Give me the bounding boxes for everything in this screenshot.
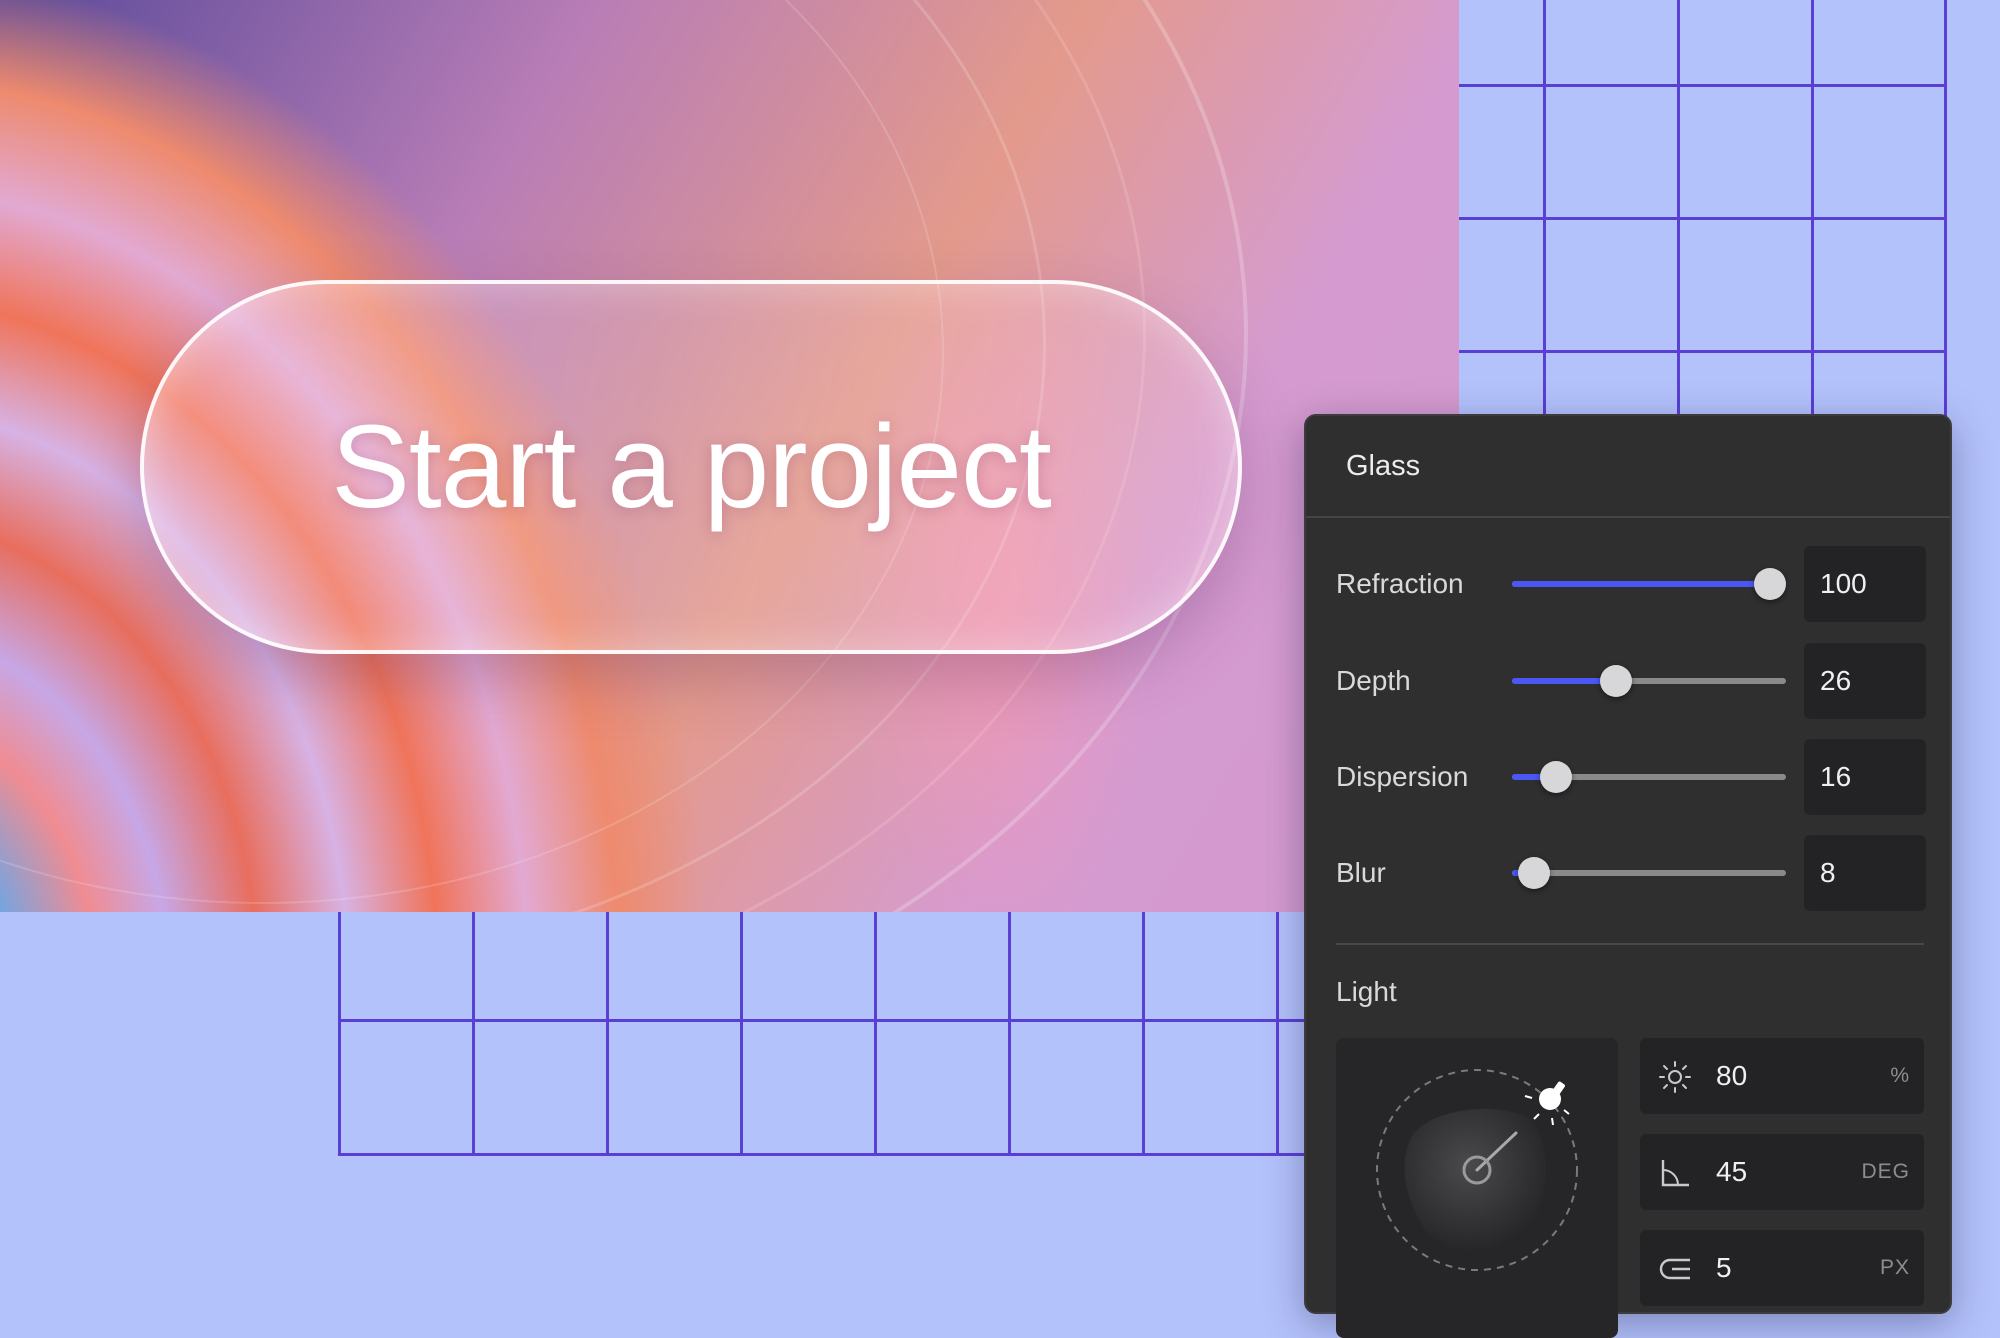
light-angle-value: 45 <box>1716 1156 1748 1187</box>
blur-slider[interactable] <box>1512 857 1786 889</box>
glass-settings-panel: Glass Refraction 100 Depth 26 Dispersion… <box>1304 414 1952 1338</box>
depth-slider-thumb[interactable] <box>1600 665 1633 697</box>
slider-row-refraction: Refraction 100 <box>1336 546 1926 622</box>
light-intensity-field[interactable]: 80 % <box>1640 1038 1924 1114</box>
light-intensity-value: 80 <box>1716 1060 1748 1091</box>
start-project-label: Start a project <box>331 401 1052 533</box>
background-grid-top-right <box>1459 0 2000 420</box>
dispersion-slider[interactable] <box>1512 761 1786 793</box>
start-project-button[interactable]: Start a project <box>140 280 1242 654</box>
sun-icon <box>1659 1061 1691 1093</box>
dispersion-label: Dispersion <box>1336 761 1469 792</box>
light-distance-field[interactable]: 5 PX <box>1640 1230 1924 1306</box>
light-section-label: Light <box>1336 976 1397 1007</box>
refraction-slider-thumb[interactable] <box>1754 568 1786 600</box>
slider-row-dispersion: Dispersion 16 <box>1336 739 1926 815</box>
slider-row-blur: Blur 8 <box>1336 835 1926 911</box>
distance-icon <box>1659 1258 1690 1280</box>
refraction-label: Refraction <box>1336 568 1464 599</box>
depth-slider[interactable] <box>1512 665 1786 697</box>
dispersion-slider-thumb[interactable] <box>1539 761 1572 793</box>
refraction-slider-fill <box>1512 581 1770 587</box>
blur-slider-thumb[interactable] <box>1517 857 1550 889</box>
slider-row-depth: Depth 26 <box>1336 643 1926 719</box>
light-distance-value: 5 <box>1716 1252 1732 1283</box>
light-distance-unit: PX <box>1879 1256 1910 1279</box>
depth-label: Depth <box>1336 665 1411 696</box>
angle-icon <box>1661 1160 1689 1187</box>
hero-artwork: Start a project <box>0 0 1459 912</box>
section-divider <box>1336 943 1924 945</box>
light-intensity-unit: % <box>1890 1064 1910 1087</box>
light-preview-shape <box>1404 1108 1546 1253</box>
refraction-value-input[interactable]: 100 <box>1804 546 1926 622</box>
blur-value-input[interactable]: 8 <box>1804 835 1926 911</box>
depth-value-input[interactable]: 26 <box>1804 643 1926 719</box>
light-angle-field[interactable]: 45 DEG <box>1640 1134 1924 1210</box>
refraction-slider[interactable] <box>1512 568 1786 600</box>
dispersion-value-input[interactable]: 16 <box>1804 739 1926 815</box>
light-dial-graphic <box>1376 1069 1578 1271</box>
light-angle-unit: DEG <box>1861 1160 1910 1183</box>
panel-title: Glass <box>1306 416 1950 518</box>
light-direction-pad[interactable] <box>1336 1038 1618 1338</box>
background-grid-bottom <box>338 912 1308 1157</box>
blur-label: Blur <box>1336 857 1386 888</box>
